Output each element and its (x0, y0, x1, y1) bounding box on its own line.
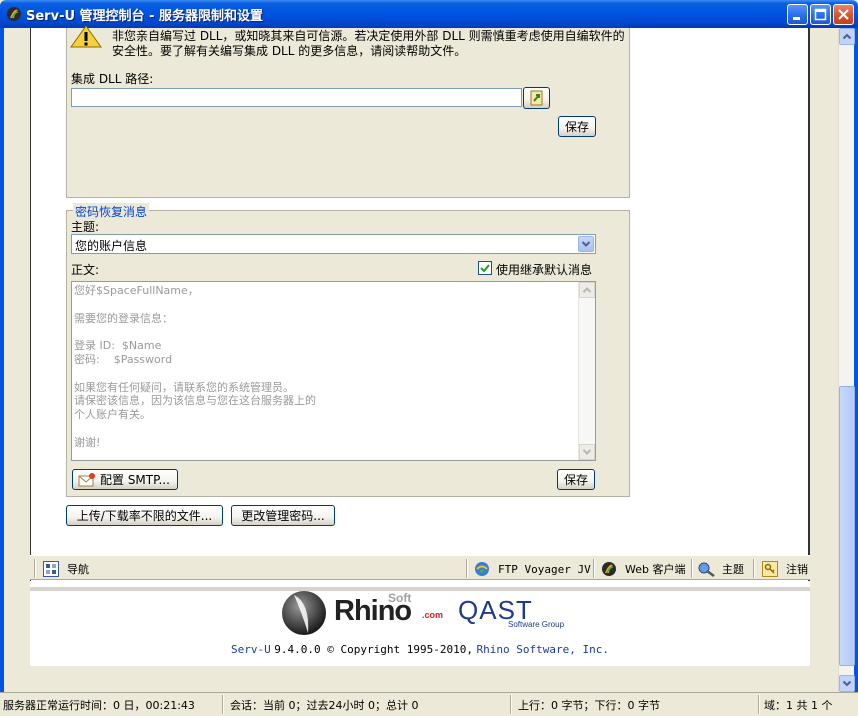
page-scrollbar[interactable] (838, 28, 855, 692)
body-line: 请保密该信息，因为该信息与您在这台服务器上的 (74, 394, 316, 408)
theme-button[interactable]: 主题 (698, 560, 744, 578)
subject-label: 主题: (71, 220, 100, 234)
scroll-down-button[interactable] (839, 675, 855, 692)
status-separator (222, 695, 224, 714)
scroll-up-button[interactable] (839, 28, 855, 45)
theme-label: 主题 (722, 563, 744, 576)
dll-warning-line1: 非您亲自编写过 DLL，或知晓其来自可信源。若决定使用外部 DLL 则需慎重考虑… (112, 29, 625, 43)
copyright-company-link[interactable]: Rhino Software, Inc. (476, 643, 608, 656)
password-recovery-group: 密码恢复消息 主题: 您的账户信息 正文: 使用继承默认消息 您好$SpaceF… (66, 203, 630, 497)
dll-path-label: 集成 DLL 路径: (71, 72, 154, 86)
status-bar: 服务器正常运行时间：0 日，00:21:43 会话：当前 0；过去24小时 0；… (0, 692, 858, 716)
status-separator (758, 695, 760, 714)
body-line: 谢谢! (74, 435, 101, 449)
nav-separator (753, 559, 755, 578)
configure-smtp-label: 配置 SMTP... (100, 473, 170, 487)
dll-warning-line2: 安全性。要了解有关编写集成 DLL 的更多信息，请阅读帮助文件。 (112, 44, 467, 58)
body-line: 需要您的登录信息： (74, 311, 173, 325)
body-line: 登录 ID: $Name (74, 339, 162, 353)
ftp-voyager-label: FTP Voyager JV (498, 562, 591, 576)
status-sessions: 会话：当前 0；过去24小时 0；总计 0 (230, 699, 419, 712)
copyright-text: 9.4.0.0 © Copyright 1995-2010, (274, 643, 473, 656)
ftp-voyager-button[interactable]: FTP Voyager JV (474, 560, 591, 578)
serv-u-app-icon (7, 7, 21, 21)
chevron-down-icon (581, 241, 591, 247)
status-separator (510, 695, 512, 714)
nav-separator (691, 559, 693, 578)
theme-icon (698, 562, 715, 577)
qast-subtitle: Software Group (508, 620, 565, 629)
logout-label: 注销 (786, 563, 808, 576)
subject-selected-value: 您的账户信息 (75, 239, 148, 253)
dll-group: 非您亲自编写过 DLL，或知晓其来自可信源。若决定使用外部 DLL 则需慎重考虑… (66, 26, 630, 198)
window-title: Serv-U 管理控制台 - 服务器限制和设置 (26, 9, 263, 24)
footer: Rhino Soft .com QAST Software Group Serv… (30, 581, 810, 666)
dll-save-button[interactable]: 保存 (558, 116, 596, 137)
status-transfer: 上行：0 字节；下行：0 字节 (518, 699, 660, 712)
nav-separator (466, 559, 468, 578)
nav-grip (34, 559, 36, 578)
subject-select[interactable]: 您的账户信息 (71, 234, 596, 254)
scroll-down-icon (842, 680, 852, 687)
web-client-icon (602, 562, 616, 576)
body-line: 密码: $Password (74, 353, 173, 366)
browse-button[interactable] (523, 87, 550, 109)
status-uptime: 服务器正常运行时间：0 日，00:21:43 (3, 699, 195, 712)
key-icon (762, 561, 778, 577)
rhino-logo-mark (280, 589, 328, 637)
checkmark-icon (480, 264, 490, 273)
unlimited-files-button[interactable]: 上传/下载率不限的文件... (66, 505, 223, 526)
body-line: 个人账户有关。 (74, 408, 151, 422)
password-save-button[interactable]: 保存 (557, 469, 595, 490)
warning-icon (70, 26, 102, 48)
scroll-down-icon (582, 449, 592, 455)
body-label: 正文: (71, 263, 100, 277)
web-client-label: Web 客户端 (625, 563, 686, 576)
nav-grid-icon (43, 561, 59, 577)
close-button[interactable] (833, 4, 854, 25)
status-domain: 域：1 共 1 个 (764, 699, 833, 712)
smtp-config-icon (78, 472, 95, 486)
copyright-line: Serv-U 9.4.0.0 © Copyright 1995-2010, Rh… (30, 643, 810, 656)
maximize-button[interactable] (810, 4, 831, 25)
footer-divider (30, 587, 810, 591)
copyright-product-link[interactable]: Serv-U (231, 643, 271, 656)
web-client-button[interactable]: Web 客户端 (601, 560, 685, 578)
body-line: 您好$SpaceFullName， (74, 284, 199, 297)
right-gutter (810, 28, 838, 555)
scroll-thumb[interactable] (839, 386, 855, 666)
body-textarea[interactable]: 您好$SpaceFullName， 需要您的登录信息： 登录 ID: $Name 密码… (71, 281, 596, 461)
nav-button[interactable]: 导航 (43, 560, 89, 578)
body-scroll-up[interactable] (579, 282, 595, 298)
minimize-button[interactable] (787, 4, 808, 25)
rhino-logo-icon (282, 591, 326, 635)
nav-separator (593, 559, 595, 578)
rhino-com-text: .com (422, 610, 444, 620)
nav-label: 导航 (67, 563, 89, 576)
scroll-up-icon (582, 287, 592, 293)
body-scroll-down[interactable] (579, 444, 595, 460)
left-gutter (4, 28, 30, 555)
rhino-soft-text: Soft (388, 591, 412, 605)
subject-dropdown-button[interactable] (578, 236, 594, 252)
configure-smtp-button[interactable]: 配置 SMTP... (72, 469, 178, 490)
inherit-label: 使用继承默认消息 (496, 263, 593, 277)
scroll-up-icon (842, 33, 852, 40)
browse-folder-icon (530, 90, 542, 106)
change-password-button[interactable]: 更改管理密码... (231, 505, 335, 526)
maximize-icon (814, 8, 827, 21)
body-line: 如果您有任何疑问，请联系您的系统管理员。 (74, 380, 294, 394)
title-bar[interactable]: Serv-U 管理控制台 - 服务器限制和设置 (0, 0, 858, 28)
body-scrollbar[interactable] (578, 282, 595, 460)
ftp-voyager-icon (475, 562, 489, 576)
close-icon (838, 9, 849, 20)
logout-button[interactable]: 注销 (762, 560, 808, 578)
minimize-icon (793, 17, 800, 20)
navigation-bar: 导航 FTP Voyager JV Web 客户端 主题 注销 (30, 555, 810, 580)
dll-path-input[interactable] (71, 88, 522, 107)
inherit-checkbox[interactable] (478, 261, 492, 275)
